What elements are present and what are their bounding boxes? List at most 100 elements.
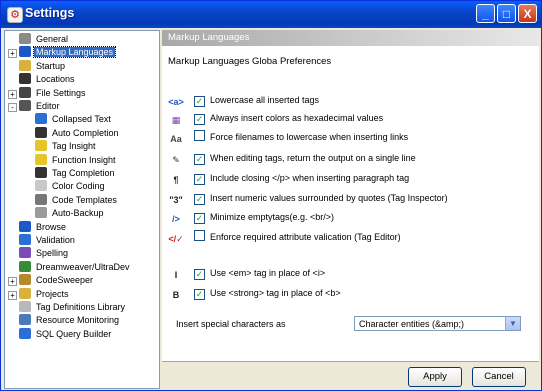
tree-expander[interactable]: + [8,277,17,287]
option-row: ▦ ✓ Always insert colors as hexadecimal va… [168,111,383,125]
tree-item-auto-backup[interactable]: Auto-Backup [35,207,106,220]
option-label: Include closing </p> when inserting para… [210,173,410,183]
tree-item-label: Browse [36,221,67,232]
tree-item-tag-definitions-library[interactable]: Tag Definitions Library [19,301,127,314]
folder-icon [19,59,31,71]
tree-item-spelling[interactable]: Spelling [19,247,70,260]
tree-item-label: Spelling [36,248,69,259]
file-icon [19,86,31,98]
maximize-button[interactable]: □ [497,4,516,23]
tree-item-label: Tag Insight [52,141,96,152]
option-row: ✎ ✓ When editing tags, return the output o… [168,151,416,165]
option-checkbox[interactable] [194,230,205,241]
tree-item-label: SQL Query Builder [36,328,112,339]
tree-item-markup-languages[interactable]: Markup Languages [19,46,117,59]
option-label: Enforce required attribute valication (T… [210,232,401,242]
option-row: "3" ✓ Insert numeric values surrounded by … [168,191,448,205]
spelling-icon [19,247,31,259]
tree-item-sql-query-builder[interactable]: SQL Query Builder [19,327,113,341]
option-checkbox[interactable]: ✓ [194,289,205,300]
tree-item-function-insight[interactable]: Function Insight [35,153,118,167]
option-label: Lowercase all inserted tags [210,95,320,105]
sweeper-icon [19,274,31,286]
tree-item-resource-monitoring[interactable]: Resource Monitoring [19,314,121,327]
tree-expander[interactable]: + [8,290,17,300]
tree-item-file-settings[interactable]: File Settings [19,86,88,100]
option-label: Minimize emptytags(e.g. <br/>) [210,212,335,222]
validate-tag-icon: </✓ [168,234,184,244]
anchor-tag-icon: <a> [168,97,184,107]
option-label: Insert numeric values surrounded by quot… [210,193,448,203]
tree-item-label: CodeSweeper [36,275,94,286]
tree-item-label: Auto Completion [52,127,119,138]
option-label: Use <em> tag in place of <i> [210,268,326,278]
tree-item-label: Editor [36,101,60,111]
tree-item-label: Locations [36,74,75,85]
option-row: Aa Force filenames to lowercase when inse… [168,130,408,144]
tree-item-general[interactable]: General [19,33,70,46]
minimize-button[interactable]: _ [476,4,495,23]
browse-icon [19,220,31,232]
tree-item-codesweeper[interactable]: CodeSweeper [19,274,95,287]
case-icon: Aa [170,134,182,144]
option-row: <a> ✓ Lowercase all inserted tags [168,93,319,107]
close-button[interactable]: X [518,4,537,23]
option-checkbox[interactable]: ✓ [194,96,205,107]
option-label: Force filenames to lowercase when insert… [210,132,409,142]
tree-item-editor[interactable]: Editor [19,100,62,113]
tree-item-label: Projects [36,288,69,299]
button-bar: Apply Cancel [162,361,539,389]
title-bar[interactable]: ⚙ Settings _ □ X [1,1,541,28]
tree-item-dreamweaver-ultradev[interactable]: Dreamweaver/UltraDev [19,260,132,274]
settings-panel: Markup Languages Markup Languages Globa … [162,30,539,361]
option-checkbox[interactable]: ✓ [194,194,205,205]
tree-item-label: Markup Languages [32,46,117,59]
panel-subtitle: Markup Languages Globa Preferences [168,56,332,67]
option-checkbox[interactable]: ✓ [194,269,205,280]
bulb-icon [35,153,47,165]
tree-item-tag-completion[interactable]: Tag Completion [35,167,117,180]
tree-item-color-coding[interactable]: Color Coding [35,180,107,193]
insert-special-label: Insert special characters as [176,319,286,329]
tree-item-label: Dreamweaver/UltraDev [36,261,130,272]
panel-header: Markup Languages [162,30,539,46]
option-checkbox[interactable]: ✓ [194,154,205,165]
option-label: Use <strong> tag in place of <b> [210,288,341,298]
insert-special-select[interactable]: Character entities (&amp;) ▼ [354,316,521,331]
tree-item-locations[interactable]: Locations [19,73,77,86]
backup-icon [35,207,47,219]
tree-item-label: File Settings [36,87,86,98]
tree-item-validation[interactable]: Validation [19,234,77,247]
gear-icon [19,33,31,44]
option-checkbox[interactable] [194,130,205,141]
option-row: B ✓ Use <strong> tag in place of <b> [168,286,341,300]
tree-expander[interactable]: + [8,89,17,99]
apply-button[interactable]: Apply [408,367,462,387]
tree-expander[interactable]: + [8,49,17,59]
option-checkbox[interactable]: ✓ [194,114,205,125]
option-row: </✓ Enforce required attribute valication… [168,230,401,244]
dropdown-arrow-icon[interactable]: ▼ [505,317,520,330]
cancel-button[interactable]: Cancel [472,367,526,387]
bold-icon: B [172,290,180,300]
edit-tag-icon: ✎ [172,155,180,165]
tree-item-projects[interactable]: Projects [19,287,71,301]
option-row: I ✓ Use <em> tag in place of <i> [168,266,325,280]
option-row: /> ✓ Minimize emptytags(e.g. <br/>) [168,210,334,224]
settings-category-tree[interactable]: General + Markup Languages Startup Locations… [4,30,160,389]
tree-item-auto-completion[interactable]: Auto Completion [35,126,121,140]
tree-item-browse[interactable]: Browse [19,220,68,234]
editor-icon [19,100,31,111]
tree-item-tag-insight[interactable]: Tag Insight [35,140,98,153]
binoculars-icon [35,126,47,138]
tree-item-startup[interactable]: Startup [19,59,67,73]
option-checkbox[interactable]: ✓ [194,174,205,185]
tree-item-label: Collapsed Text [52,114,111,125]
tree-item-collapsed-text[interactable]: Collapsed Text [35,113,113,126]
tree-expander[interactable]: - [8,103,17,112]
projects-icon [19,287,31,299]
tree-item-label: Resource Monitoring [36,315,120,326]
tree-item-code-templates[interactable]: Code Templates [35,193,119,207]
binoculars-icon [35,167,47,178]
option-checkbox[interactable]: ✓ [194,213,205,224]
